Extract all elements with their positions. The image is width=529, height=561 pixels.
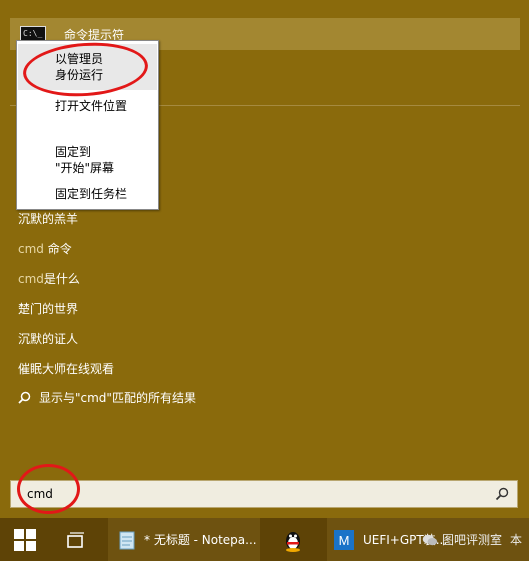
search-result-item[interactable]: cmd 命令 xyxy=(18,240,72,257)
qq-penguin-icon xyxy=(286,531,300,552)
search-result-item[interactable]: 催眠大师在线观看 xyxy=(18,360,114,377)
see-all-label: 显示与"cmd"匹配的所有结果 xyxy=(39,391,196,405)
result-label: 沉默的证人 xyxy=(18,332,79,346)
menu-item-pin-to-start[interactable]: 固定到 "开始"屏幕 xyxy=(55,144,114,176)
task-view-button[interactable] xyxy=(55,518,95,561)
task-view-icon xyxy=(67,531,84,548)
result-label: 沉默的羔羊 xyxy=(18,212,79,226)
result-label: 命令 xyxy=(43,242,72,256)
svg-text:M: M xyxy=(339,533,350,548)
taskbar-extra-text: 本 xyxy=(509,533,522,547)
search-result-item[interactable]: 沉默的羔羊 xyxy=(18,210,78,227)
watermark: 图吧评测室 本 xyxy=(422,518,522,561)
result-prefix: cmd xyxy=(18,272,44,286)
search-icon xyxy=(18,391,31,404)
menu-item-pin-to-taskbar[interactable]: 固定到任务栏 xyxy=(55,186,127,202)
taskbar-item-label: * 无标题 - Notepa... xyxy=(144,533,257,547)
search-button[interactable] xyxy=(487,481,517,507)
see-all-results-link[interactable]: 显示与"cmd"匹配的所有结果 xyxy=(18,389,196,406)
taskbar-qq[interactable] xyxy=(275,518,311,561)
search-result-item[interactable]: cmd是什么 xyxy=(18,270,80,287)
menu-item-label: 固定到任务栏 xyxy=(55,187,128,201)
browser-icon: M xyxy=(334,529,354,550)
watermark-text: 图吧评测室 xyxy=(441,533,502,547)
search-input[interactable]: cmd xyxy=(10,480,518,508)
search-result-item[interactable]: 沉默的证人 xyxy=(18,330,78,347)
result-label: 是什么 xyxy=(43,272,80,286)
menu-item-label: 固定到 xyxy=(55,145,92,159)
menu-item-label: "开始"屏幕 xyxy=(55,161,115,175)
result-prefix: cmd xyxy=(18,242,44,256)
search-icon xyxy=(495,487,509,501)
search-result-item[interactable]: 楚门的世界 xyxy=(18,300,78,317)
result-label: 楚门的世界 xyxy=(18,302,79,316)
menu-item-open-file-location[interactable]: 打开文件位置 xyxy=(55,98,127,114)
wechat-icon xyxy=(422,534,438,545)
start-button[interactable] xyxy=(0,518,50,561)
menu-item-label: 打开文件位置 xyxy=(55,99,128,113)
taskbar: * 无标题 - Notepa... M UEFI+GPT装... 图吧评测室 本 xyxy=(0,518,529,561)
annotation-circle xyxy=(17,464,80,514)
taskbar-notepad[interactable]: * 无标题 - Notepa... xyxy=(108,518,260,561)
notepad-icon xyxy=(119,531,135,549)
windows-logo-icon xyxy=(14,528,36,551)
result-label: 催眠大师在线观看 xyxy=(18,362,115,376)
